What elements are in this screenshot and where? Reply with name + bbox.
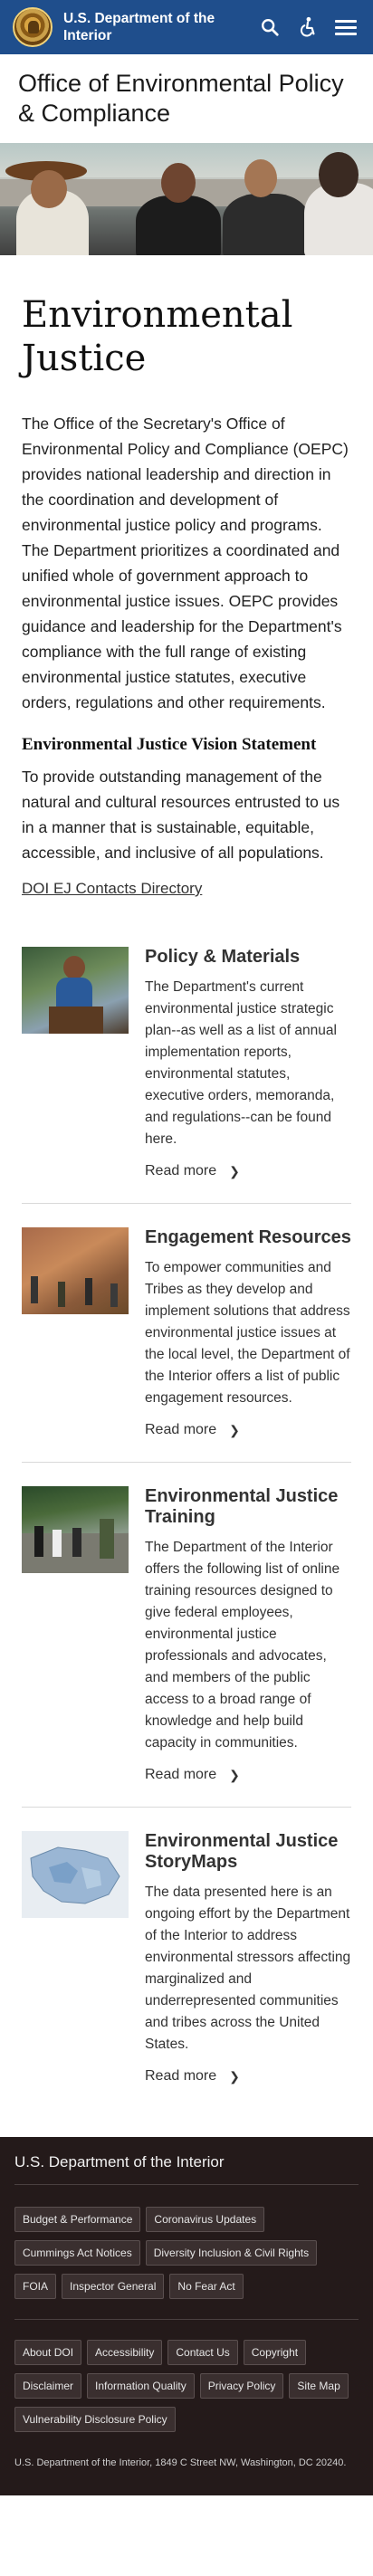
card-title[interactable]: Policy & Materials xyxy=(145,947,351,968)
footer-link-site-map[interactable]: Site Map xyxy=(289,2373,349,2399)
card-engagement-resources: Engagement Resources To empower communit… xyxy=(22,1227,351,1463)
footer-title: U.S. Department of the Interior xyxy=(14,2153,359,2185)
menu-icon xyxy=(335,16,357,39)
card-thumbnail[interactable] xyxy=(22,1227,129,1314)
footer-link-coronavirus-updates[interactable]: Coronavirus Updates xyxy=(146,2207,265,2232)
card-thumbnail[interactable] xyxy=(22,1831,129,1918)
search-icon xyxy=(262,19,279,36)
doi-seal-logo[interactable] xyxy=(13,7,53,47)
site-footer: U.S. Department of the Interior Budget &… xyxy=(0,2137,373,2495)
accessibility-icon xyxy=(300,16,315,37)
accessibility-button[interactable] xyxy=(293,13,322,42)
read-more-label: Read more xyxy=(145,1422,217,1437)
footer-address: U.S. Department of the Interior, 1849 C … xyxy=(14,2457,347,2468)
footer-link-diversity-inclusion[interactable]: Diversity Inclusion & Civil Rights xyxy=(145,2240,318,2266)
site-header: U.S. Department of the Interior xyxy=(0,0,373,54)
footer-link-inspector-general[interactable]: Inspector General xyxy=(62,2274,165,2299)
read-more-link[interactable]: Read more ❯ xyxy=(145,1422,240,1438)
vision-text: To provide outstanding management of the… xyxy=(22,768,340,862)
brand-line-2: Interior xyxy=(63,28,112,43)
footer-link-vulnerability-disclosure[interactable]: Vulnerability Disclosure Policy xyxy=(14,2407,176,2432)
chevron-right-icon: ❯ xyxy=(229,1163,240,1178)
read-more-label: Read more xyxy=(145,2068,217,2084)
card-policy-materials: Policy & Materials The Department's curr… xyxy=(22,947,351,1204)
site-brand[interactable]: U.S. Department of the Interior xyxy=(63,10,246,44)
read-more-label: Read more xyxy=(145,1163,217,1178)
page-title: Environmental Justice xyxy=(22,294,293,379)
hero-image xyxy=(0,143,373,255)
card-description: The Department's current environmental j… xyxy=(145,979,337,1147)
footer-link-budget-performance[interactable]: Budget & Performance xyxy=(14,2207,141,2232)
main-content: Environmental Justice The Office of the … xyxy=(0,293,373,2108)
read-more-label: Read more xyxy=(145,1767,217,1782)
card-ej-training: Environmental Justice Training The Depar… xyxy=(22,1486,351,1808)
read-more-link[interactable]: Read more ❯ xyxy=(145,1767,240,1783)
footer-link-about-doi[interactable]: About DOI xyxy=(14,2340,82,2365)
card-description: To empower communities and Tribes as the… xyxy=(145,1260,350,1406)
card-thumbnail[interactable] xyxy=(22,1486,129,1573)
read-more-link[interactable]: Read more ❯ xyxy=(145,1163,240,1179)
office-title[interactable]: Office of Environmental Policy & Complia… xyxy=(0,54,373,143)
menu-button[interactable] xyxy=(331,13,360,42)
card-ej-storymaps: Environmental Justice StoryMaps The data… xyxy=(22,1831,351,2108)
footer-link-privacy-policy[interactable]: Privacy Policy xyxy=(199,2373,284,2399)
card-title[interactable]: Engagement Resources xyxy=(145,1227,351,1248)
card-thumbnail[interactable] xyxy=(22,947,129,1034)
footer-link-no-fear-act[interactable]: No Fear Act xyxy=(169,2274,244,2299)
footer-link-contact-us[interactable]: Contact Us xyxy=(167,2340,238,2365)
chevron-right-icon: ❯ xyxy=(229,1767,240,1782)
search-button[interactable] xyxy=(255,13,284,42)
footer-link-accessibility[interactable]: Accessibility xyxy=(87,2340,163,2365)
footer-secondary-links: About DOI Accessibility Contact Us Copyr… xyxy=(14,2340,359,2432)
footer-link-copyright[interactable]: Copyright xyxy=(243,2340,307,2365)
footer-link-disclaimer[interactable]: Disclaimer xyxy=(14,2373,82,2399)
card-title[interactable]: Environmental Justice Training xyxy=(145,1486,351,1528)
vision-heading: Environmental Justice Vision Statement xyxy=(22,735,317,754)
card-title[interactable]: Environmental Justice StoryMaps xyxy=(145,1831,351,1873)
read-more-link[interactable]: Read more ❯ xyxy=(145,2068,240,2085)
footer-primary-links: Budget & Performance Coronavirus Updates… xyxy=(14,2207,359,2299)
chevron-right-icon: ❯ xyxy=(229,2068,240,2084)
card-description: The data presented here is an ongoing ef… xyxy=(145,1884,351,2052)
card-list: Policy & Materials The Department's curr… xyxy=(22,947,351,2108)
footer-link-cummings-act-notices[interactable]: Cummings Act Notices xyxy=(14,2240,140,2266)
ej-contacts-directory-link[interactable]: DOI EJ Contacts Directory xyxy=(22,880,202,898)
brand-line-1: U.S. Department of the xyxy=(63,11,215,26)
footer-link-information-quality[interactable]: Information Quality xyxy=(87,2373,195,2399)
footer-divider xyxy=(14,2319,359,2320)
intro-paragraph: The Office of the Secretary's Office of … xyxy=(22,415,349,711)
footer-link-foia[interactable]: FOIA xyxy=(14,2274,57,2299)
card-description: The Department of the Interior offers th… xyxy=(145,1540,340,1751)
chevron-right-icon: ❯ xyxy=(229,1422,240,1437)
